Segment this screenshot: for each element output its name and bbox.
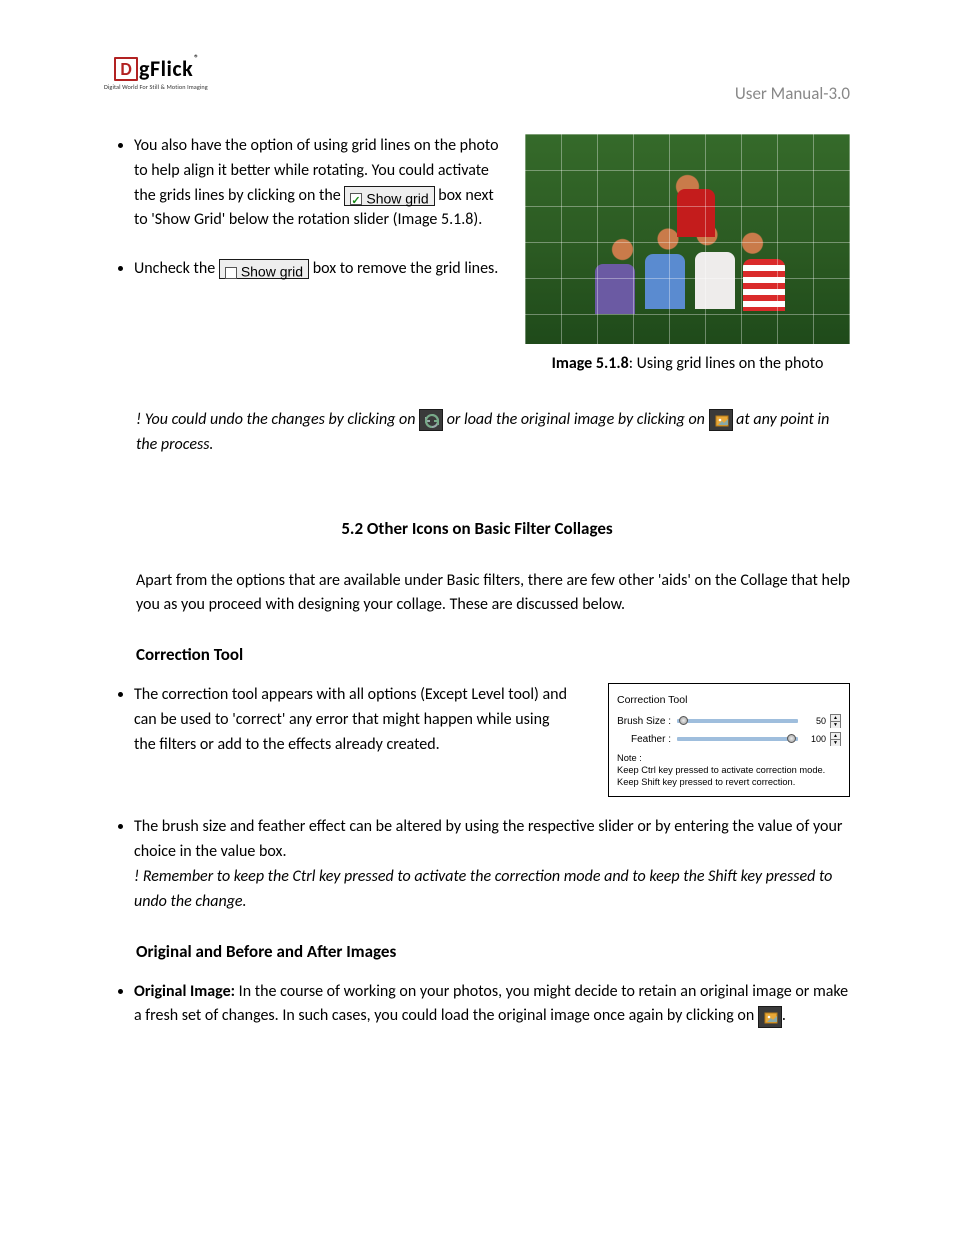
- logo-d: D: [114, 57, 138, 81]
- logo-registered: ®: [194, 53, 199, 64]
- load-original-button[interactable]: [709, 409, 733, 431]
- brush-size-row: Brush Size : 50 ▲▼: [617, 714, 841, 728]
- brush-size-value[interactable]: 50: [802, 716, 826, 726]
- grid-overlay: [525, 134, 850, 344]
- bullet-brush-slider: The brush size and feather effect can be…: [134, 815, 850, 914]
- feather-row: Feather : 100 ▲▼: [617, 732, 841, 746]
- feather-slider[interactable]: [677, 737, 798, 741]
- section-5-2-intro: Apart from the options that are availabl…: [136, 569, 850, 619]
- brush-size-label: Brush Size :: [617, 716, 673, 727]
- text-segment: Uncheck the: [134, 259, 219, 278]
- text-segment: or load the original image by clicking o…: [443, 410, 708, 429]
- load-original-button[interactable]: [758, 1006, 782, 1028]
- feather-value[interactable]: 100: [802, 734, 826, 744]
- show-grid-label: Show grid: [366, 190, 428, 206]
- bullet-correction-desc: The correction tool appears with all opt…: [134, 683, 572, 757]
- text-segment: The brush size and feather effect can be…: [134, 817, 842, 861]
- text-segment: ! You could undo the changes by clicking…: [136, 410, 419, 429]
- page-header: D g Flick ® Digital World For Still & Mo…: [104, 55, 850, 104]
- logo-tagline: Digital World For Still & Motion Imaging: [104, 83, 208, 91]
- show-grid-checkbox-on[interactable]: Show grid: [344, 186, 434, 206]
- bullet-grid-activate: You also have the option of using grid l…: [134, 134, 505, 233]
- manual-version-label: User Manual-3.0: [735, 83, 850, 104]
- logo-g: g: [139, 55, 150, 82]
- checkbox-on-icon: [350, 193, 362, 205]
- image-5-1-8-caption: Image 5.1.8: Using grid lines on the pho…: [552, 354, 824, 373]
- correction-tool-heading: Correction Tool: [136, 644, 850, 665]
- undo-load-note: ! You could undo the changes by clicking…: [136, 408, 850, 458]
- show-grid-checkbox-off[interactable]: Show grid: [219, 259, 309, 279]
- bullet-grid-uncheck: Uncheck the Show grid box to remove the …: [134, 257, 505, 282]
- image-5-1-8: [525, 134, 850, 344]
- logo: D g Flick ® Digital World For Still & Mo…: [104, 55, 208, 91]
- bullet-original-image: Original Image: In the course of working…: [134, 980, 850, 1030]
- checkbox-off-icon: [225, 267, 237, 279]
- correction-panel-title: Correction Tool: [617, 694, 841, 706]
- brush-size-stepper[interactable]: ▲▼: [830, 714, 841, 728]
- feather-stepper[interactable]: ▲▼: [830, 732, 841, 746]
- brush-size-slider[interactable]: [677, 719, 798, 723]
- correction-panel-note: Note : Keep Ctrl key pressed to activate…: [617, 752, 841, 788]
- logo-flick: Flick: [150, 55, 193, 82]
- bold-label: Original Image:: [134, 982, 235, 1001]
- original-before-after-heading: Original and Before and After Images: [136, 941, 850, 962]
- feather-label: Feather :: [617, 734, 673, 745]
- text-segment: box to remove the grid lines.: [313, 259, 499, 278]
- undo-button[interactable]: [419, 409, 443, 431]
- correction-tool-panel: Correction Tool Brush Size : 50 ▲▼ Feath…: [608, 683, 850, 797]
- section-5-2-heading: 5.2 Other Icons on Basic Filter Collages: [104, 518, 850, 539]
- show-grid-label: Show grid: [241, 264, 303, 280]
- text-note: ! Remember to keep the Ctrl key pressed …: [134, 867, 832, 911]
- text-segment: In the course of working on your photos,…: [134, 982, 848, 1026]
- text-segment: .: [782, 1006, 786, 1025]
